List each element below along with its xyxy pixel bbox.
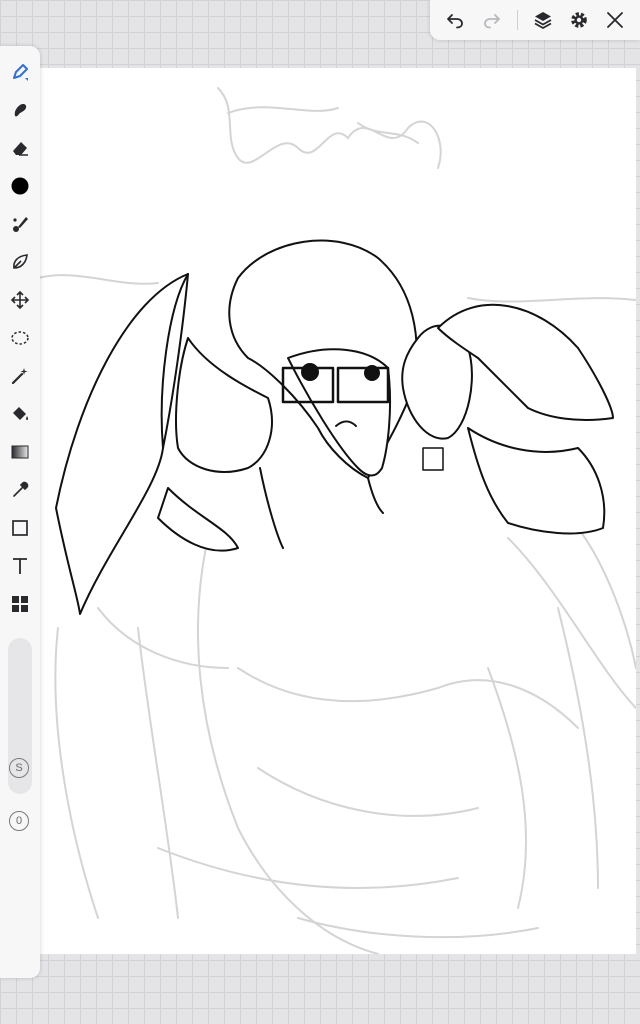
layers-button[interactable] xyxy=(529,6,557,34)
tool-lasso[interactable] xyxy=(6,324,34,352)
grid-apps-icon xyxy=(12,596,28,612)
drawing-canvas[interactable] xyxy=(38,68,636,954)
undo-icon xyxy=(447,14,463,29)
ink-layer xyxy=(55,239,614,615)
tool-brush[interactable] xyxy=(6,58,34,86)
close-button[interactable] xyxy=(601,6,629,34)
close-icon xyxy=(607,12,623,28)
tool-eraser[interactable] xyxy=(6,134,34,162)
pen-brush-icon xyxy=(13,64,28,81)
tool-magic-wand[interactable] xyxy=(6,362,34,390)
rectangle-icon xyxy=(12,520,28,536)
top-bar-divider xyxy=(517,10,518,30)
tool-color[interactable] xyxy=(6,172,34,200)
settings-button[interactable] xyxy=(565,6,593,34)
tool-blend[interactable] xyxy=(6,210,34,238)
eraser-icon xyxy=(13,142,28,156)
stabilizer-label: S xyxy=(15,762,23,774)
gradient-icon xyxy=(11,445,29,459)
tool-more[interactable] xyxy=(6,590,34,618)
opacity-button[interactable]: 0 xyxy=(9,811,29,831)
redo-icon xyxy=(484,14,500,29)
tool-gradient[interactable] xyxy=(6,438,34,466)
blend-brush-icon xyxy=(13,217,28,232)
text-icon xyxy=(13,558,27,574)
opacity-label: 0 xyxy=(15,815,23,827)
tool-fill[interactable] xyxy=(6,400,34,428)
tool-rectangle[interactable] xyxy=(6,514,34,542)
color-swatch-icon xyxy=(11,177,29,195)
stabilizer-button[interactable]: S xyxy=(9,758,29,778)
tool-text[interactable] xyxy=(6,552,34,580)
magic-wand-icon xyxy=(11,368,28,385)
tool-transform[interactable] xyxy=(6,286,34,314)
smudge-icon xyxy=(14,104,27,117)
tool-sidebar: S 0 xyxy=(0,46,40,978)
tool-smudge[interactable] xyxy=(6,96,34,124)
redo-button[interactable] xyxy=(478,6,506,34)
tool-eyedropper[interactable] xyxy=(6,476,34,504)
top-action-bar xyxy=(430,0,640,40)
paint-bucket-icon xyxy=(13,407,29,421)
move-arrows-icon xyxy=(10,290,30,310)
eyedropper-icon xyxy=(13,481,29,497)
leaf-shape-icon xyxy=(13,254,28,269)
lasso-select-icon xyxy=(11,331,29,345)
tool-shape[interactable] xyxy=(6,248,34,276)
artwork xyxy=(38,87,636,954)
layers-icon xyxy=(534,12,552,30)
undo-button[interactable] xyxy=(441,6,469,34)
gear-icon xyxy=(571,12,587,28)
